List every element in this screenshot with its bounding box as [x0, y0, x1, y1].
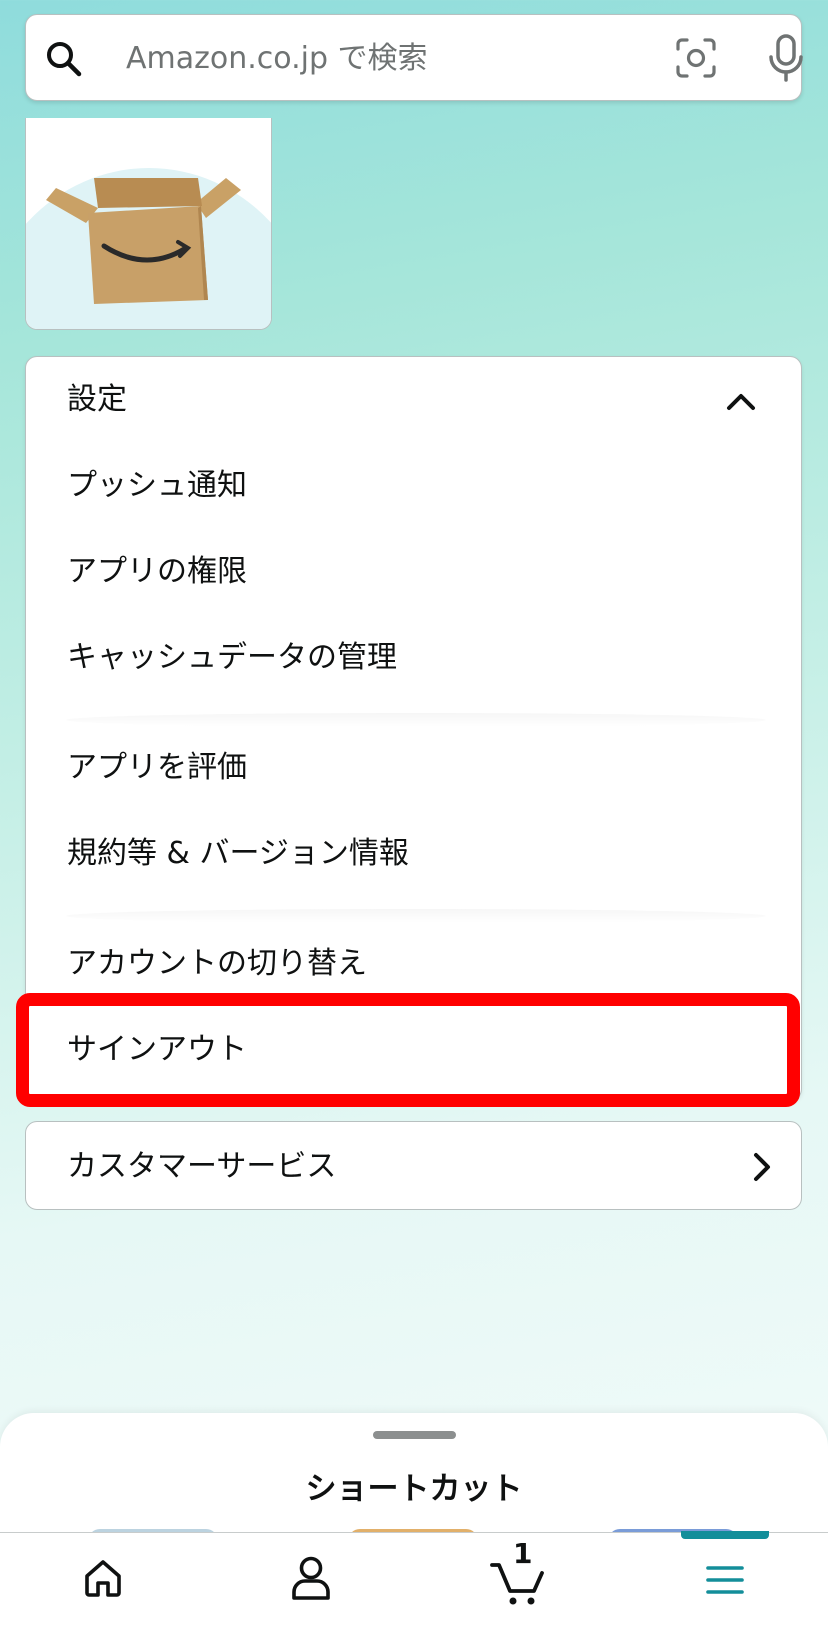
settings-item-rate-app[interactable]: アプリを評価 [26, 725, 801, 811]
amazon-box-avatar-icon [26, 168, 271, 329]
settings-card: 設定 プッシュ通知 アプリの権限 キャッシュデータの管理 アプリを評価 規約等 … [25, 356, 802, 1101]
search-icon[interactable] [44, 39, 84, 79]
customer-service-label: カスタマーサービス [67, 1149, 337, 1184]
account-icon [292, 1556, 330, 1600]
customer-service-button[interactable]: カスタマーサービス [25, 1121, 802, 1210]
sheet-drag-handle[interactable] [373, 1431, 456, 1439]
settings-item-app-permissions[interactable]: アプリの権限 [26, 529, 801, 615]
search-bar[interactable]: Amazon.co.jp で検索 [25, 14, 803, 102]
settings-item-terms-version[interactable]: 規約等 & バージョン情報 [26, 811, 801, 897]
settings-item-label: 規約等 & バージョン情報 [67, 836, 409, 871]
settings-item-switch-account[interactable]: アカウントの切り替え [26, 921, 801, 1007]
nav-menu[interactable] [621, 1531, 828, 1628]
bottom-nav: 1 [0, 1531, 828, 1628]
settings-header-label: 設定 [67, 382, 127, 417]
settings-item-label: アプリの権限 [67, 554, 247, 589]
chevron-right-icon [754, 1153, 770, 1181]
microphone-icon[interactable] [766, 33, 806, 83]
profile-avatar[interactable] [25, 118, 272, 330]
settings-header[interactable]: 設定 [26, 357, 801, 443]
shortcuts-title: ショートカット [305, 1471, 523, 1507]
settings-item-sign-out[interactable]: サインアウト [26, 1007, 801, 1093]
search-input[interactable]: Amazon.co.jp で検索 [126, 15, 428, 102]
settings-item-label: アカウントの切り替え [67, 946, 367, 981]
home-icon [85, 1560, 121, 1597]
settings-item-cache-data[interactable]: キャッシュデータの管理 [26, 615, 801, 701]
camera-scan-icon[interactable] [674, 36, 718, 80]
nav-account[interactable] [207, 1533, 414, 1628]
cart-count-badge: 1 [513, 1537, 533, 1570]
settings-item-push-notifications[interactable]: プッシュ通知 [26, 443, 801, 529]
settings-item-label: アプリを評価 [67, 750, 247, 785]
nav-home[interactable] [0, 1533, 207, 1628]
chevron-up-icon[interactable] [721, 381, 761, 421]
settings-item-label: サインアウト [67, 1032, 247, 1067]
settings-item-label: キャッシュデータの管理 [67, 640, 397, 675]
active-tab-indicator [681, 1531, 769, 1539]
menu-icon [706, 1566, 744, 1594]
settings-item-label: プッシュ通知 [67, 468, 247, 503]
